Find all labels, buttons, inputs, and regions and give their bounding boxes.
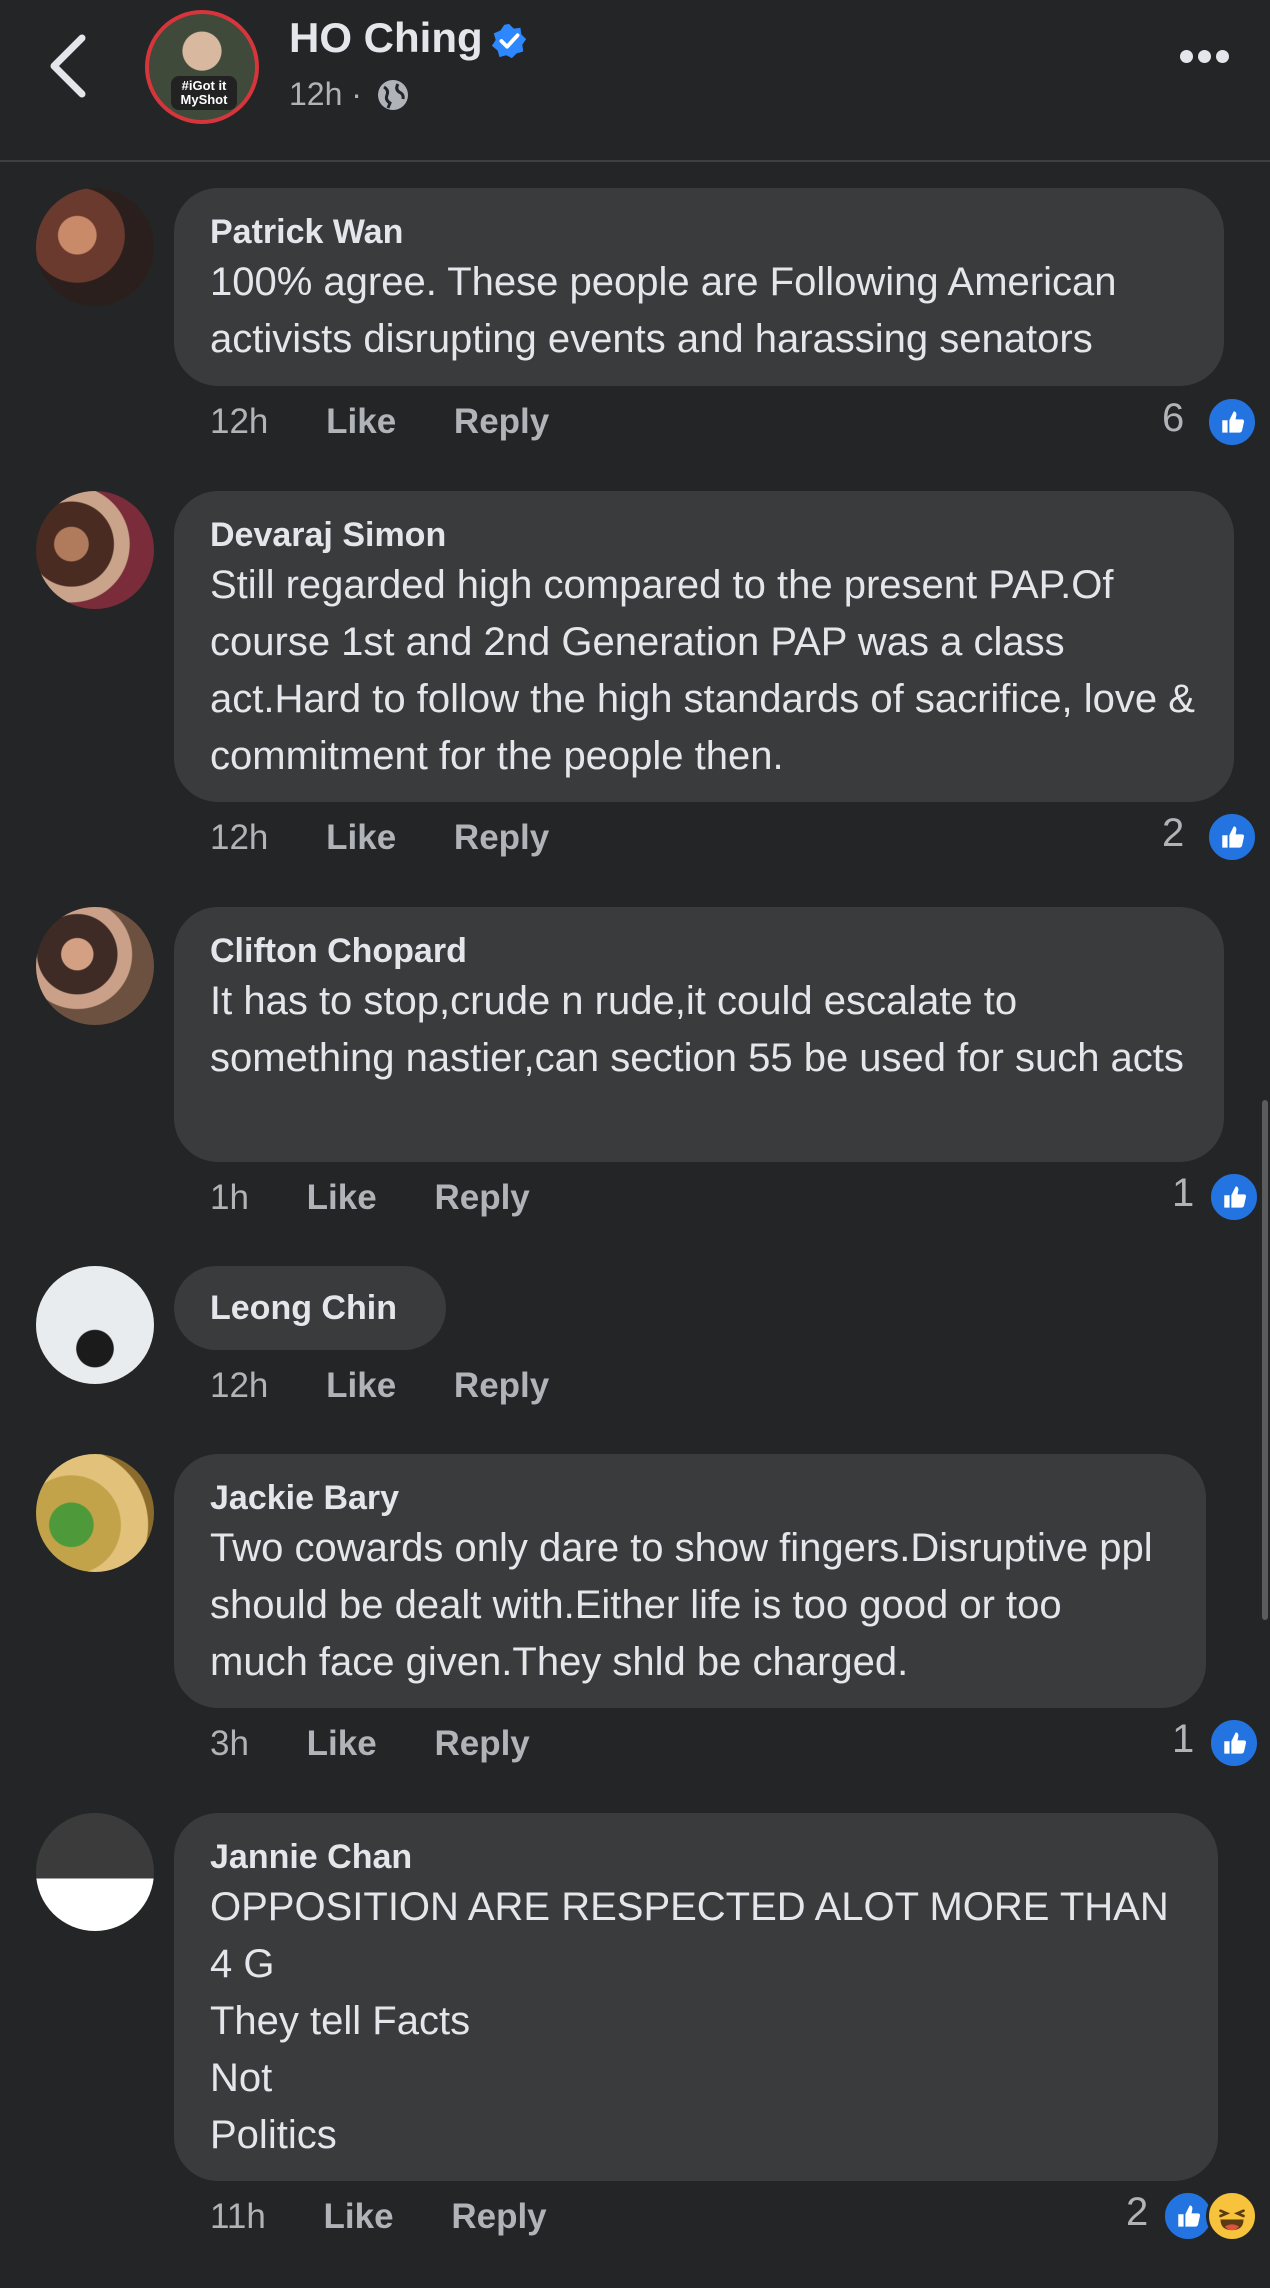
reply-button[interactable]: Reply: [454, 818, 549, 857]
page-avatar[interactable]: #iGot it MyShot: [145, 10, 259, 124]
like-button[interactable]: Like: [324, 2197, 394, 2236]
comment-bubble[interactable]: Jannie Chan OPPOSITION ARE RESPECTED ALO…: [174, 1813, 1218, 2181]
reaction-count: 1: [1172, 1171, 1195, 1215]
reply-button[interactable]: Reply: [434, 1724, 529, 1763]
reply-button[interactable]: Reply: [454, 1366, 549, 1405]
commenter-avatar[interactable]: [36, 1454, 154, 1572]
avatar-badge: #iGot it MyShot: [171, 76, 237, 110]
reply-button[interactable]: Reply: [434, 1178, 529, 1217]
dot: [1198, 50, 1211, 63]
comment-author[interactable]: Leong Chin: [210, 1286, 410, 1330]
comment-actions: 12h Like Reply: [210, 1366, 597, 1406]
comment-author[interactable]: Devaraj Simon: [210, 513, 1198, 557]
reaction-count: 2: [1162, 811, 1185, 855]
reply-button[interactable]: Reply: [454, 402, 549, 441]
comment-text: Still regarded high compared to the pres…: [210, 563, 1195, 778]
like-reaction-icon: [1206, 396, 1258, 448]
commenter-avatar[interactable]: [36, 1266, 154, 1384]
reaction-summary[interactable]: 2: [1126, 2190, 1262, 2242]
like-button[interactable]: Like: [307, 1178, 377, 1217]
reaction-count: 6: [1162, 396, 1185, 440]
comment-time[interactable]: 12h: [210, 1366, 268, 1405]
comment-bubble[interactable]: Clifton Chopard It has to stop,crude n r…: [174, 907, 1224, 1162]
like-reaction-icon: [1208, 1717, 1260, 1769]
post-time: 12h ·: [289, 76, 362, 112]
comment-author[interactable]: Patrick Wan: [210, 210, 1188, 254]
commenter-avatar[interactable]: [36, 1813, 154, 1931]
reaction-summary[interactable]: 1: [1172, 1717, 1262, 1769]
reply-button[interactable]: Reply: [451, 2197, 546, 2236]
comment-text: It has to stop,crude n rude,it could esc…: [210, 979, 1184, 1080]
comment-time[interactable]: 11h: [210, 2197, 266, 2236]
comment-time[interactable]: 12h: [210, 402, 268, 441]
reaction-summary[interactable]: 1: [1172, 1171, 1262, 1223]
comment-actions: 12h Like Reply: [210, 402, 597, 442]
like-button[interactable]: Like: [326, 818, 396, 857]
like-button[interactable]: Like: [326, 1366, 396, 1405]
like-button[interactable]: Like: [307, 1724, 377, 1763]
comment-time[interactable]: 1h: [210, 1178, 249, 1217]
globe-icon: [378, 80, 408, 110]
back-arrow-icon[interactable]: [40, 26, 100, 106]
like-button[interactable]: Like: [326, 402, 396, 441]
scrollbar[interactable]: [1262, 1100, 1268, 1620]
comment-text: Two cowards only dare to show fingers.Di…: [210, 1526, 1153, 1684]
comment-actions: 1h Like Reply: [210, 1178, 578, 1218]
more-options-button[interactable]: [1180, 50, 1240, 84]
haha-reaction-icon: [1206, 2190, 1258, 2242]
verified-badge-icon: [491, 23, 527, 59]
comment-bubble[interactable]: Patrick Wan 100% agree. These people are…: [174, 188, 1224, 386]
post-header: #iGot it MyShot HO Ching 12h ·: [0, 0, 1270, 162]
like-reaction-icon: [1208, 1171, 1260, 1223]
commenter-avatar[interactable]: [36, 491, 154, 609]
dot: [1216, 50, 1229, 63]
comment-actions: 3h Like Reply: [210, 1724, 578, 1764]
comment-actions: 11h Like Reply: [210, 2197, 595, 2237]
dot: [1180, 50, 1193, 63]
comment-time[interactable]: 12h: [210, 818, 268, 857]
reaction-summary[interactable]: 2: [1162, 811, 1262, 863]
comment-time[interactable]: 3h: [210, 1724, 249, 1763]
like-reaction-icon: [1206, 811, 1258, 863]
comment-text: 100% agree. These people are Following A…: [210, 260, 1117, 361]
comment-bubble[interactable]: Jackie Bary Two cowards only dare to sho…: [174, 1454, 1206, 1708]
reaction-count: 1: [1172, 1717, 1195, 1761]
comment-author[interactable]: Jackie Bary: [210, 1476, 1170, 1520]
commenter-avatar[interactable]: [36, 907, 154, 1025]
commenter-avatar[interactable]: [36, 188, 154, 306]
page-name[interactable]: HO Ching: [289, 14, 483, 62]
comment-author[interactable]: Clifton Chopard: [210, 929, 1188, 973]
comment-author[interactable]: Jannie Chan: [210, 1835, 1182, 1879]
comment-bubble[interactable]: Devaraj Simon Still regarded high compar…: [174, 491, 1234, 802]
comment-text: OPPOSITION ARE RESPECTED ALOT MORE THAN …: [210, 1885, 1169, 2157]
reaction-summary[interactable]: 6: [1162, 396, 1262, 448]
reaction-count: 2: [1126, 2190, 1149, 2234]
comment-actions: 12h Like Reply: [210, 818, 597, 858]
comment-bubble[interactable]: Leong Chin: [174, 1266, 446, 1350]
